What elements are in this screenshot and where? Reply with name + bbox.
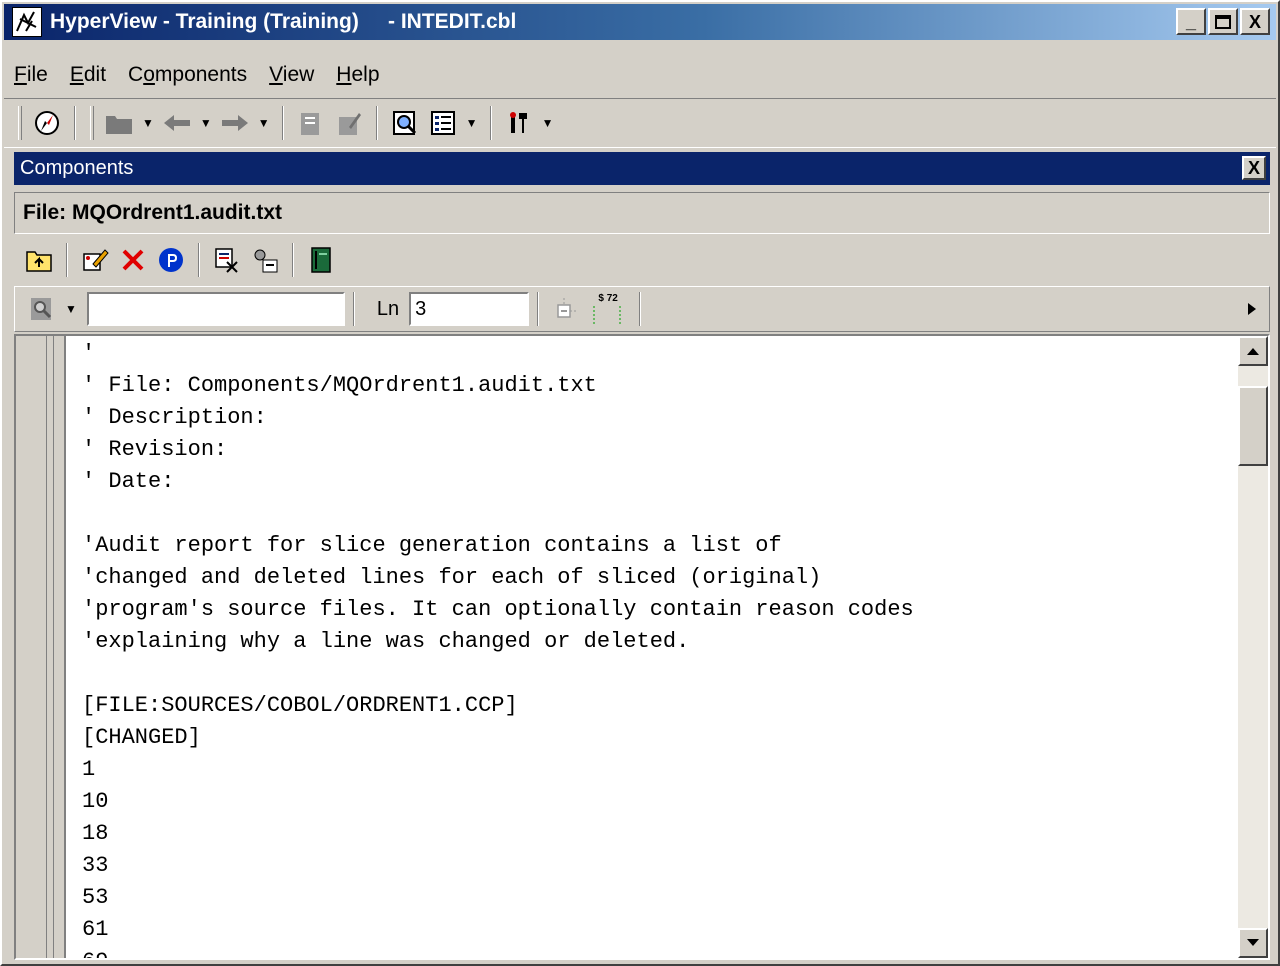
title-bar[interactable]: HyperView - Training (Training) - INTEDI… [4, 4, 1276, 40]
code-line[interactable]: ' Description: [82, 402, 914, 434]
forward-arrow-icon[interactable] [219, 107, 251, 139]
find-icon[interactable] [26, 293, 58, 325]
compass-icon[interactable] [31, 107, 63, 139]
code-line[interactable]: ' Revision: [82, 434, 914, 466]
panel-close-button[interactable]: X [1242, 156, 1266, 180]
report-icon[interactable] [295, 107, 327, 139]
scroll-thumb[interactable] [1238, 386, 1268, 466]
folder-dropdown-icon[interactable]: ▼ [142, 116, 154, 130]
delete-icon[interactable] [117, 244, 149, 276]
toolbar-scroll-right-icon[interactable] [1237, 291, 1267, 327]
toolbar-separator [537, 292, 540, 326]
maximize-button[interactable] [1208, 8, 1238, 35]
scroll-up-button[interactable] [1238, 336, 1268, 366]
toolbar-grip-2[interactable] [90, 106, 94, 140]
find-dropdown-icon[interactable]: ▼ [65, 302, 77, 316]
vertical-scrollbar[interactable] [1238, 336, 1268, 958]
toolbar-separator [198, 243, 200, 277]
panel-title-text: Components [20, 157, 134, 179]
folder-icon[interactable] [103, 107, 135, 139]
close-button[interactable]: X [1240, 8, 1270, 35]
line-number-input[interactable]: 3 [409, 292, 530, 326]
code-line[interactable]: 61 [82, 914, 914, 946]
code-line[interactable]: ' Date: [82, 466, 914, 498]
file-label: File: MQOrdrent1.audit.txt [14, 192, 1270, 234]
ln-label: Ln [376, 297, 400, 320]
code-line[interactable]: [FILE:SOURCES/COBOL/ORDRENT1.CCP] [82, 690, 914, 722]
code-line[interactable]: 53 [82, 882, 914, 914]
toolbar-separator [639, 292, 642, 326]
main-toolbar: ▼ ▼ ▼ ▼ ▼ [4, 98, 1276, 148]
menu-components[interactable]: Components [128, 63, 247, 87]
settings-component-icon[interactable] [249, 244, 281, 276]
folder-up-icon[interactable] [23, 244, 55, 276]
app-window: HyperView - Training (Training) - INTEDI… [0, 0, 1280, 966]
menu-help[interactable]: Help [336, 63, 379, 87]
gutter-line [46, 336, 54, 958]
code-line[interactable] [82, 498, 914, 530]
code-line[interactable]: [CHANGED] [82, 722, 914, 754]
components-panel-title: Components X [14, 152, 1270, 185]
tools-dropdown-icon[interactable]: ▼ [542, 116, 554, 130]
code-line[interactable]: 33 [82, 850, 914, 882]
book-icon[interactable] [305, 244, 337, 276]
hyperview-app-icon[interactable] [12, 7, 42, 37]
code-line[interactable]: 1 [82, 754, 914, 786]
toolbar-separator [292, 243, 294, 277]
toolbar-separator [375, 106, 378, 140]
menu-file[interactable]: File [14, 63, 48, 87]
ruler-icon[interactable]: $ 72 [588, 293, 628, 325]
search-input[interactable] [86, 292, 345, 326]
scroll-down-button[interactable] [1238, 928, 1268, 958]
tools-icon[interactable] [503, 107, 535, 139]
code-line[interactable]: ' File: Components/MQOrdrent1.audit.txt [82, 370, 914, 402]
back-arrow-icon[interactable] [161, 107, 193, 139]
generate-icon[interactable] [211, 244, 243, 276]
back-dropdown-icon[interactable]: ▼ [200, 116, 212, 130]
ruler-text: $ 72 [598, 293, 618, 304]
edit-toolbar: ▼ Ln 3 $ 72 [14, 286, 1270, 332]
toolbar-separator [281, 106, 284, 140]
toolbar-separator [66, 243, 68, 277]
window-title: HyperView - Training (Training) - INTEDI… [50, 10, 517, 33]
toolbar-separator [352, 292, 355, 326]
preview-icon[interactable] [389, 107, 421, 139]
component-toolbar [14, 238, 1270, 282]
code-line[interactable]: 'Audit report for slice generation conta… [82, 530, 914, 562]
code-line[interactable]: 10 [82, 786, 914, 818]
code-editor[interactable]: ' ' File: Components/MQOrdrent1.audit.txt… [14, 334, 1270, 960]
code-text[interactable]: ' ' File: Components/MQOrdrent1.audit.txt… [82, 338, 914, 958]
menu-edit[interactable]: Edit [70, 63, 106, 87]
menu-view[interactable]: View [269, 63, 314, 87]
editor-gutter [16, 336, 66, 958]
forward-dropdown-icon[interactable]: ▼ [258, 116, 270, 130]
collapse-icon[interactable] [550, 293, 582, 325]
minimize-button[interactable]: _ [1176, 8, 1206, 35]
toolbar-grip[interactable] [18, 106, 22, 140]
code-line[interactable]: ' [82, 338, 914, 370]
toolbar-separator [489, 106, 492, 140]
toolbar-separator [74, 106, 76, 140]
edit-report-icon[interactable] [333, 107, 365, 139]
list-view-dropdown-icon[interactable]: ▼ [466, 116, 478, 130]
code-line[interactable]: 69 [82, 946, 914, 958]
edit-component-icon[interactable] [79, 244, 111, 276]
code-line[interactable]: 'explaining why a line was changed or de… [82, 626, 914, 658]
code-line[interactable]: 18 [82, 818, 914, 850]
code-line[interactable]: 'program's source files. It can optional… [82, 594, 914, 626]
code-line[interactable] [82, 658, 914, 690]
list-view-icon[interactable] [427, 107, 459, 139]
properties-icon[interactable] [155, 244, 187, 276]
code-line[interactable]: 'changed and deleted lines for each of s… [82, 562, 914, 594]
menu-bar: File Edit Components View Help [4, 58, 402, 92]
